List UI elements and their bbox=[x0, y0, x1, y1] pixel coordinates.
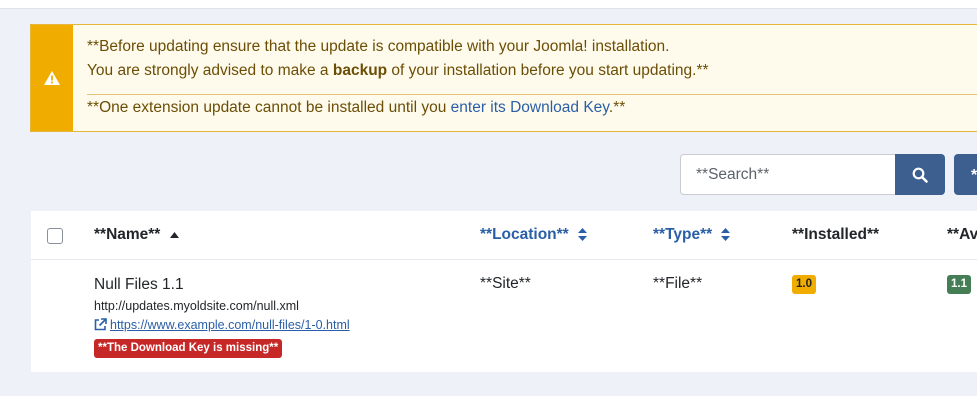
extension-name: Null Files 1.1 bbox=[94, 276, 184, 293]
search-button[interactable] bbox=[895, 154, 945, 195]
update-warning-alert: **Before updating ensure that the update… bbox=[30, 24, 977, 132]
alert-download-key-text: **One extension update cannot be install… bbox=[87, 99, 626, 116]
column-header-available: **Av bbox=[947, 226, 977, 243]
extension-location: **Site** bbox=[480, 275, 531, 292]
extension-type: **File** bbox=[653, 275, 703, 292]
filter-options-button[interactable]: * bbox=[954, 154, 977, 195]
alert-icon-strip bbox=[31, 25, 73, 131]
alert-compatibility-text: **Before updating ensure that the update… bbox=[87, 38, 670, 55]
alert-divider bbox=[87, 94, 977, 95]
alert-backup-text: You are strongly advised to make a backu… bbox=[87, 62, 709, 79]
search-icon bbox=[912, 167, 928, 183]
download-key-missing-badge: **The Download Key is missing** bbox=[94, 339, 283, 358]
column-header-name[interactable]: **Name** bbox=[94, 226, 179, 244]
info-url-link[interactable]: https://www.example.com/null-files/1-0.h… bbox=[94, 318, 350, 332]
update-server-url: http://updates.myoldsite.com/null.xml bbox=[94, 299, 299, 313]
select-all-checkbox[interactable] bbox=[47, 228, 63, 244]
column-header-location[interactable]: **Location** bbox=[480, 226, 588, 244]
warning-icon bbox=[44, 71, 60, 85]
installed-version-badge: 1.0 bbox=[792, 275, 816, 294]
external-link-icon bbox=[94, 318, 107, 331]
enter-download-key-link[interactable]: enter its Download Key bbox=[451, 99, 609, 116]
sort-ascending-icon bbox=[169, 231, 179, 238]
available-version-badge: 1.1 bbox=[947, 275, 971, 294]
backup-emphasis: backup bbox=[332, 62, 388, 79]
updates-table: **Name** **Location** **Type** **Install… bbox=[31, 211, 977, 372]
top-bar bbox=[0, 0, 977, 9]
table-header-row: **Name** **Location** **Type** **Install… bbox=[31, 211, 977, 260]
sort-icon bbox=[721, 228, 731, 242]
column-header-type[interactable]: **Type** bbox=[653, 226, 731, 244]
search-input[interactable] bbox=[680, 154, 896, 195]
column-header-installed: **Installed** bbox=[792, 226, 880, 243]
sort-icon bbox=[578, 228, 588, 242]
